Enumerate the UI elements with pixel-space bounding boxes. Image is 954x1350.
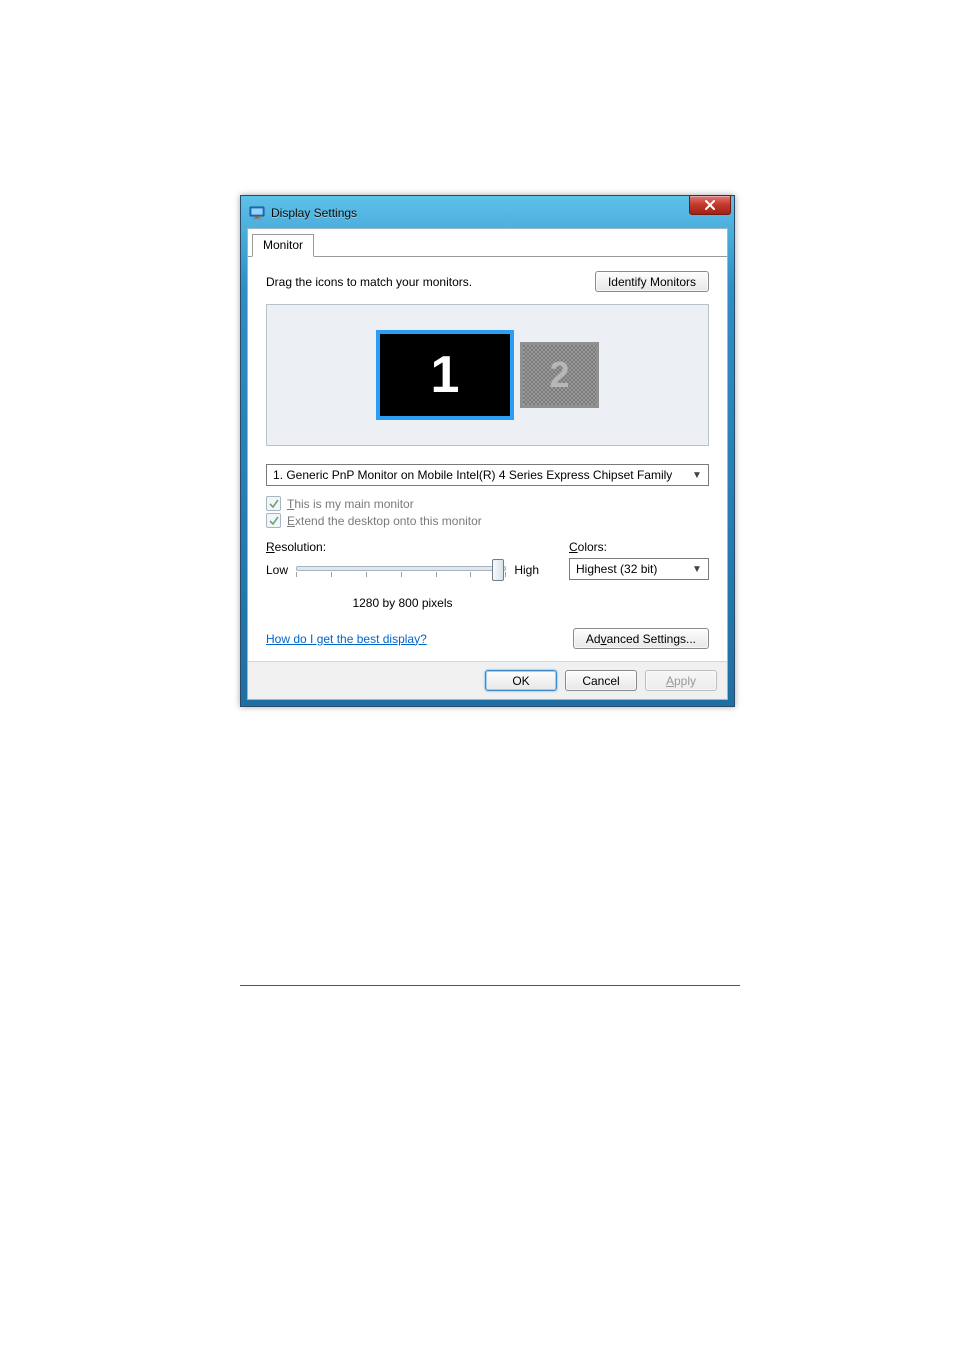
checkbox-box [266,496,281,511]
colors-value: Highest (32 bit) [576,562,657,576]
identify-monitors-button[interactable]: Identify Monitors [595,271,709,292]
monitor-select-value: 1. Generic PnP Monitor on Mobile Intel(R… [273,468,672,482]
window-title: Display Settings [271,206,357,220]
slider-low-label: Low [266,563,288,577]
monitor-arrangement-area[interactable]: 1 2 [266,304,709,446]
advanced-settings-button[interactable]: Advanced Settings... [573,628,709,649]
monitor-number: 2 [549,354,569,396]
extend-desktop-checkbox: Extend the desktop onto this monitor [266,513,709,528]
checkbox-label: This is my main monitor [287,497,414,511]
close-button[interactable] [689,195,731,215]
checkbox-label: Extend the desktop onto this monitor [287,514,482,528]
slider-thumb[interactable] [492,559,504,581]
monitor-icon-2[interactable]: 2 [520,342,599,408]
slider-high-label: High [514,563,539,577]
display-settings-window: Display Settings Monitor Drag the icons … [240,195,735,707]
help-link[interactable]: How do I get the best display? [266,632,427,646]
tab-label: Monitor [263,238,303,252]
monitor-select-dropdown[interactable]: 1. Generic PnP Monitor on Mobile Intel(R… [266,464,709,486]
ok-button[interactable]: OK [485,670,557,691]
resolution-value: 1280 by 800 pixels [266,596,539,610]
monitor-icon-1[interactable]: 1 [376,330,514,420]
tab-monitor[interactable]: Monitor [252,234,314,257]
apply-button: Apply [645,670,717,691]
checkbox-box [266,513,281,528]
app-icon [249,205,265,221]
cancel-button[interactable]: Cancel [565,670,637,691]
colors-dropdown[interactable]: Highest (32 bit) ▼ [569,558,709,580]
page-divider [240,985,740,986]
client-area: Monitor Drag the icons to match your mon… [247,228,728,700]
drag-instructions: Drag the icons to match your monitors. [266,275,472,289]
colors-label: Colors: [569,540,709,554]
dialog-button-bar: OK Cancel Apply [248,661,727,699]
chevron-down-icon: ▼ [690,470,704,481]
titlebar: Display Settings [247,202,728,228]
tabstrip: Monitor [248,229,727,256]
resolution-slider[interactable] [296,558,506,582]
tab-panel: Drag the icons to match your monitors. I… [248,256,727,661]
resolution-label: Resolution: [266,540,539,554]
monitor-number: 1 [431,345,460,405]
main-monitor-checkbox: This is my main monitor [266,496,709,511]
chevron-down-icon: ▼ [690,564,704,575]
